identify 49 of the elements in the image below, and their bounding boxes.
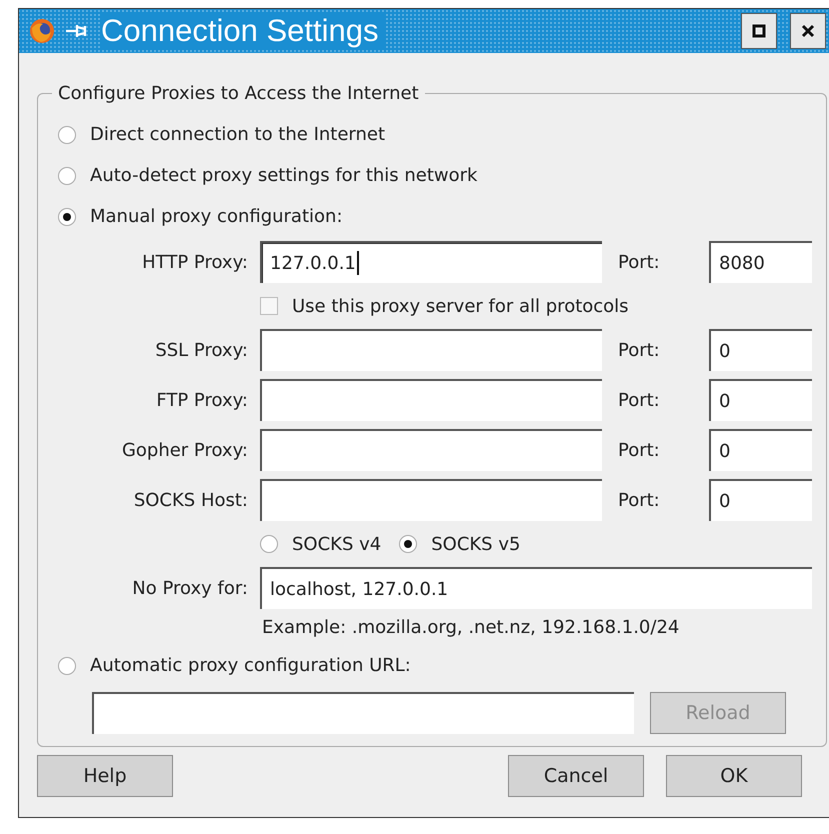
field-label: HTTP Proxy: (141, 252, 248, 272)
radio-button[interactable] (58, 656, 76, 674)
port-field[interactable]: 0 (709, 329, 812, 371)
window-title: Connection Settings (101, 13, 386, 49)
browser-logo-icon (29, 18, 55, 44)
field-label: SOCKS Host: (132, 490, 248, 510)
radio-label: Automatic proxy configuration URL: (90, 655, 411, 676)
port-field[interactable]: 0 (709, 479, 812, 521)
checkbox-label: Use this proxy server for all protocols (292, 296, 629, 316)
radio-label: SOCKS v4 (292, 534, 382, 554)
radio-button[interactable] (58, 208, 76, 226)
dialog-button[interactable]: OK (666, 755, 802, 797)
port-label: Port: (617, 340, 661, 360)
checkbox[interactable] (260, 297, 278, 315)
port-field[interactable]: 8080 (709, 241, 812, 283)
port-label: Port: (617, 490, 661, 510)
group-title: Configure Proxies to Access the Internet (57, 83, 420, 104)
field-label: No Proxy for: (131, 578, 248, 598)
field-label: Gopher Proxy: (120, 440, 248, 460)
port-field[interactable]: 0 (709, 429, 812, 471)
radio-button[interactable] (58, 126, 76, 144)
port-label: Port: (617, 390, 661, 410)
radio-label: SOCKS v5 (431, 534, 520, 554)
radio-button[interactable] (260, 535, 278, 553)
field-label: SSL Proxy: (154, 340, 248, 360)
radio-label: Auto-detect proxy settings for this network (90, 165, 478, 186)
close-button[interactable] (790, 13, 826, 49)
maximize-button[interactable] (741, 13, 777, 49)
proxy-field[interactable] (260, 329, 602, 371)
port-label: Port: (617, 440, 661, 460)
radio-button[interactable] (58, 166, 76, 184)
url-field[interactable] (92, 692, 634, 734)
radio-label: Manual proxy configuration: (90, 206, 343, 227)
port-label: Port: (617, 252, 661, 272)
text-cursor (356, 251, 359, 275)
radio-button[interactable] (399, 535, 418, 553)
dialog-button[interactable]: Cancel (508, 755, 644, 797)
maximize-icon (752, 24, 766, 38)
proxy-field[interactable] (260, 379, 602, 421)
proxy-field[interactable] (260, 429, 602, 471)
port-field[interactable]: 0 (709, 379, 812, 421)
proxy-field[interactable] (260, 479, 602, 521)
no-proxy-field[interactable]: localhost, 127.0.0.1 (260, 567, 812, 609)
radio-label: Direct connection to the Internet (90, 124, 386, 145)
close-icon (801, 24, 815, 38)
example-hint: Example: .mozilla.org, .net.nz, 192.168.1.0/24 (261, 617, 680, 640)
field-label: FTP Proxy: (155, 390, 248, 410)
proxy-field[interactable]: 127.0.0.1 (260, 241, 602, 283)
help-button[interactable]: Help (37, 755, 173, 797)
